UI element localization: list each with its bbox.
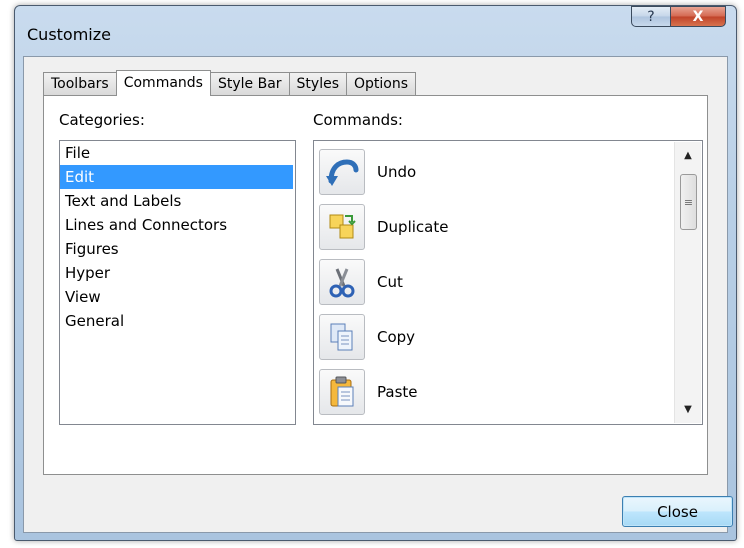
window-title: Customize (27, 25, 111, 44)
category-item-text-and-labels[interactable]: Text and Labels (60, 189, 295, 213)
tab-options[interactable]: Options (346, 72, 417, 95)
tab-styles[interactable]: Styles (288, 72, 347, 95)
help-icon: ? (647, 8, 655, 25)
category-item-general[interactable]: General (60, 309, 295, 333)
scroll-up-arrow-icon[interactable]: ▲ (675, 150, 701, 161)
tab-style-bar[interactable]: Style Bar (209, 72, 290, 95)
categories-listbox[interactable]: File Edit Text and Labels Lines and Conn… (59, 140, 296, 425)
tab-toolbars[interactable]: Toolbars (43, 72, 117, 95)
category-item-view[interactable]: View (60, 285, 295, 309)
category-item-edit[interactable]: Edit (60, 165, 293, 189)
command-item-cut[interactable]: Cut (319, 256, 659, 308)
command-label: Paste (377, 383, 418, 401)
scrollbar-thumb[interactable]: ≡ (680, 174, 697, 230)
command-label: Copy (377, 328, 416, 346)
clipboard-icon (319, 369, 365, 415)
command-item-paste[interactable]: Paste (319, 366, 659, 418)
scroll-down-arrow-icon[interactable]: ▼ (675, 404, 701, 415)
command-label: Undo (377, 163, 417, 181)
commands-label: Commands: (313, 111, 403, 129)
categories-label: Categories: (59, 111, 145, 129)
tab-strip: Toolbars Commands Style Bar Styles Optio… (43, 70, 417, 96)
command-label: Cut (377, 273, 403, 291)
category-item-hyper[interactable]: Hyper (60, 261, 295, 285)
command-item-copy[interactable]: Copy (319, 311, 659, 363)
commands-listbox[interactable]: Undo Duplicate Cut Copy Paste ▲ ≡ ▼ (313, 140, 703, 425)
category-item-file[interactable]: File (60, 141, 295, 165)
dialog-client-area: Toolbars Commands Style Bar Styles Optio… (23, 56, 733, 533)
tab-commands[interactable]: Commands (115, 70, 211, 96)
commands-scrollbar[interactable]: ▲ ≡ ▼ (674, 142, 701, 423)
window-close-button[interactable]: X (670, 6, 726, 27)
command-item-undo[interactable]: Undo (319, 146, 659, 198)
grip-icon: ≡ (683, 195, 694, 209)
category-item-figures[interactable]: Figures (60, 237, 295, 261)
customize-dialog: Customize ? X Toolbars Commands Style Ba… (14, 5, 737, 541)
help-button[interactable]: ? (631, 6, 671, 27)
category-item-lines-and-connectors[interactable]: Lines and Connectors (60, 213, 295, 237)
title-bar[interactable]: Customize ? X (15, 6, 736, 56)
duplicate-icon (319, 204, 365, 250)
commands-tab-panel: Categories: Commands: File Edit Text and… (43, 95, 708, 475)
undo-icon (319, 149, 365, 195)
close-icon: X (692, 8, 704, 25)
close-button[interactable]: Close (622, 496, 733, 527)
scissors-icon (319, 259, 365, 305)
command-item-duplicate[interactable]: Duplicate (319, 201, 659, 253)
copy-icon (319, 314, 365, 360)
command-label: Duplicate (377, 218, 449, 236)
